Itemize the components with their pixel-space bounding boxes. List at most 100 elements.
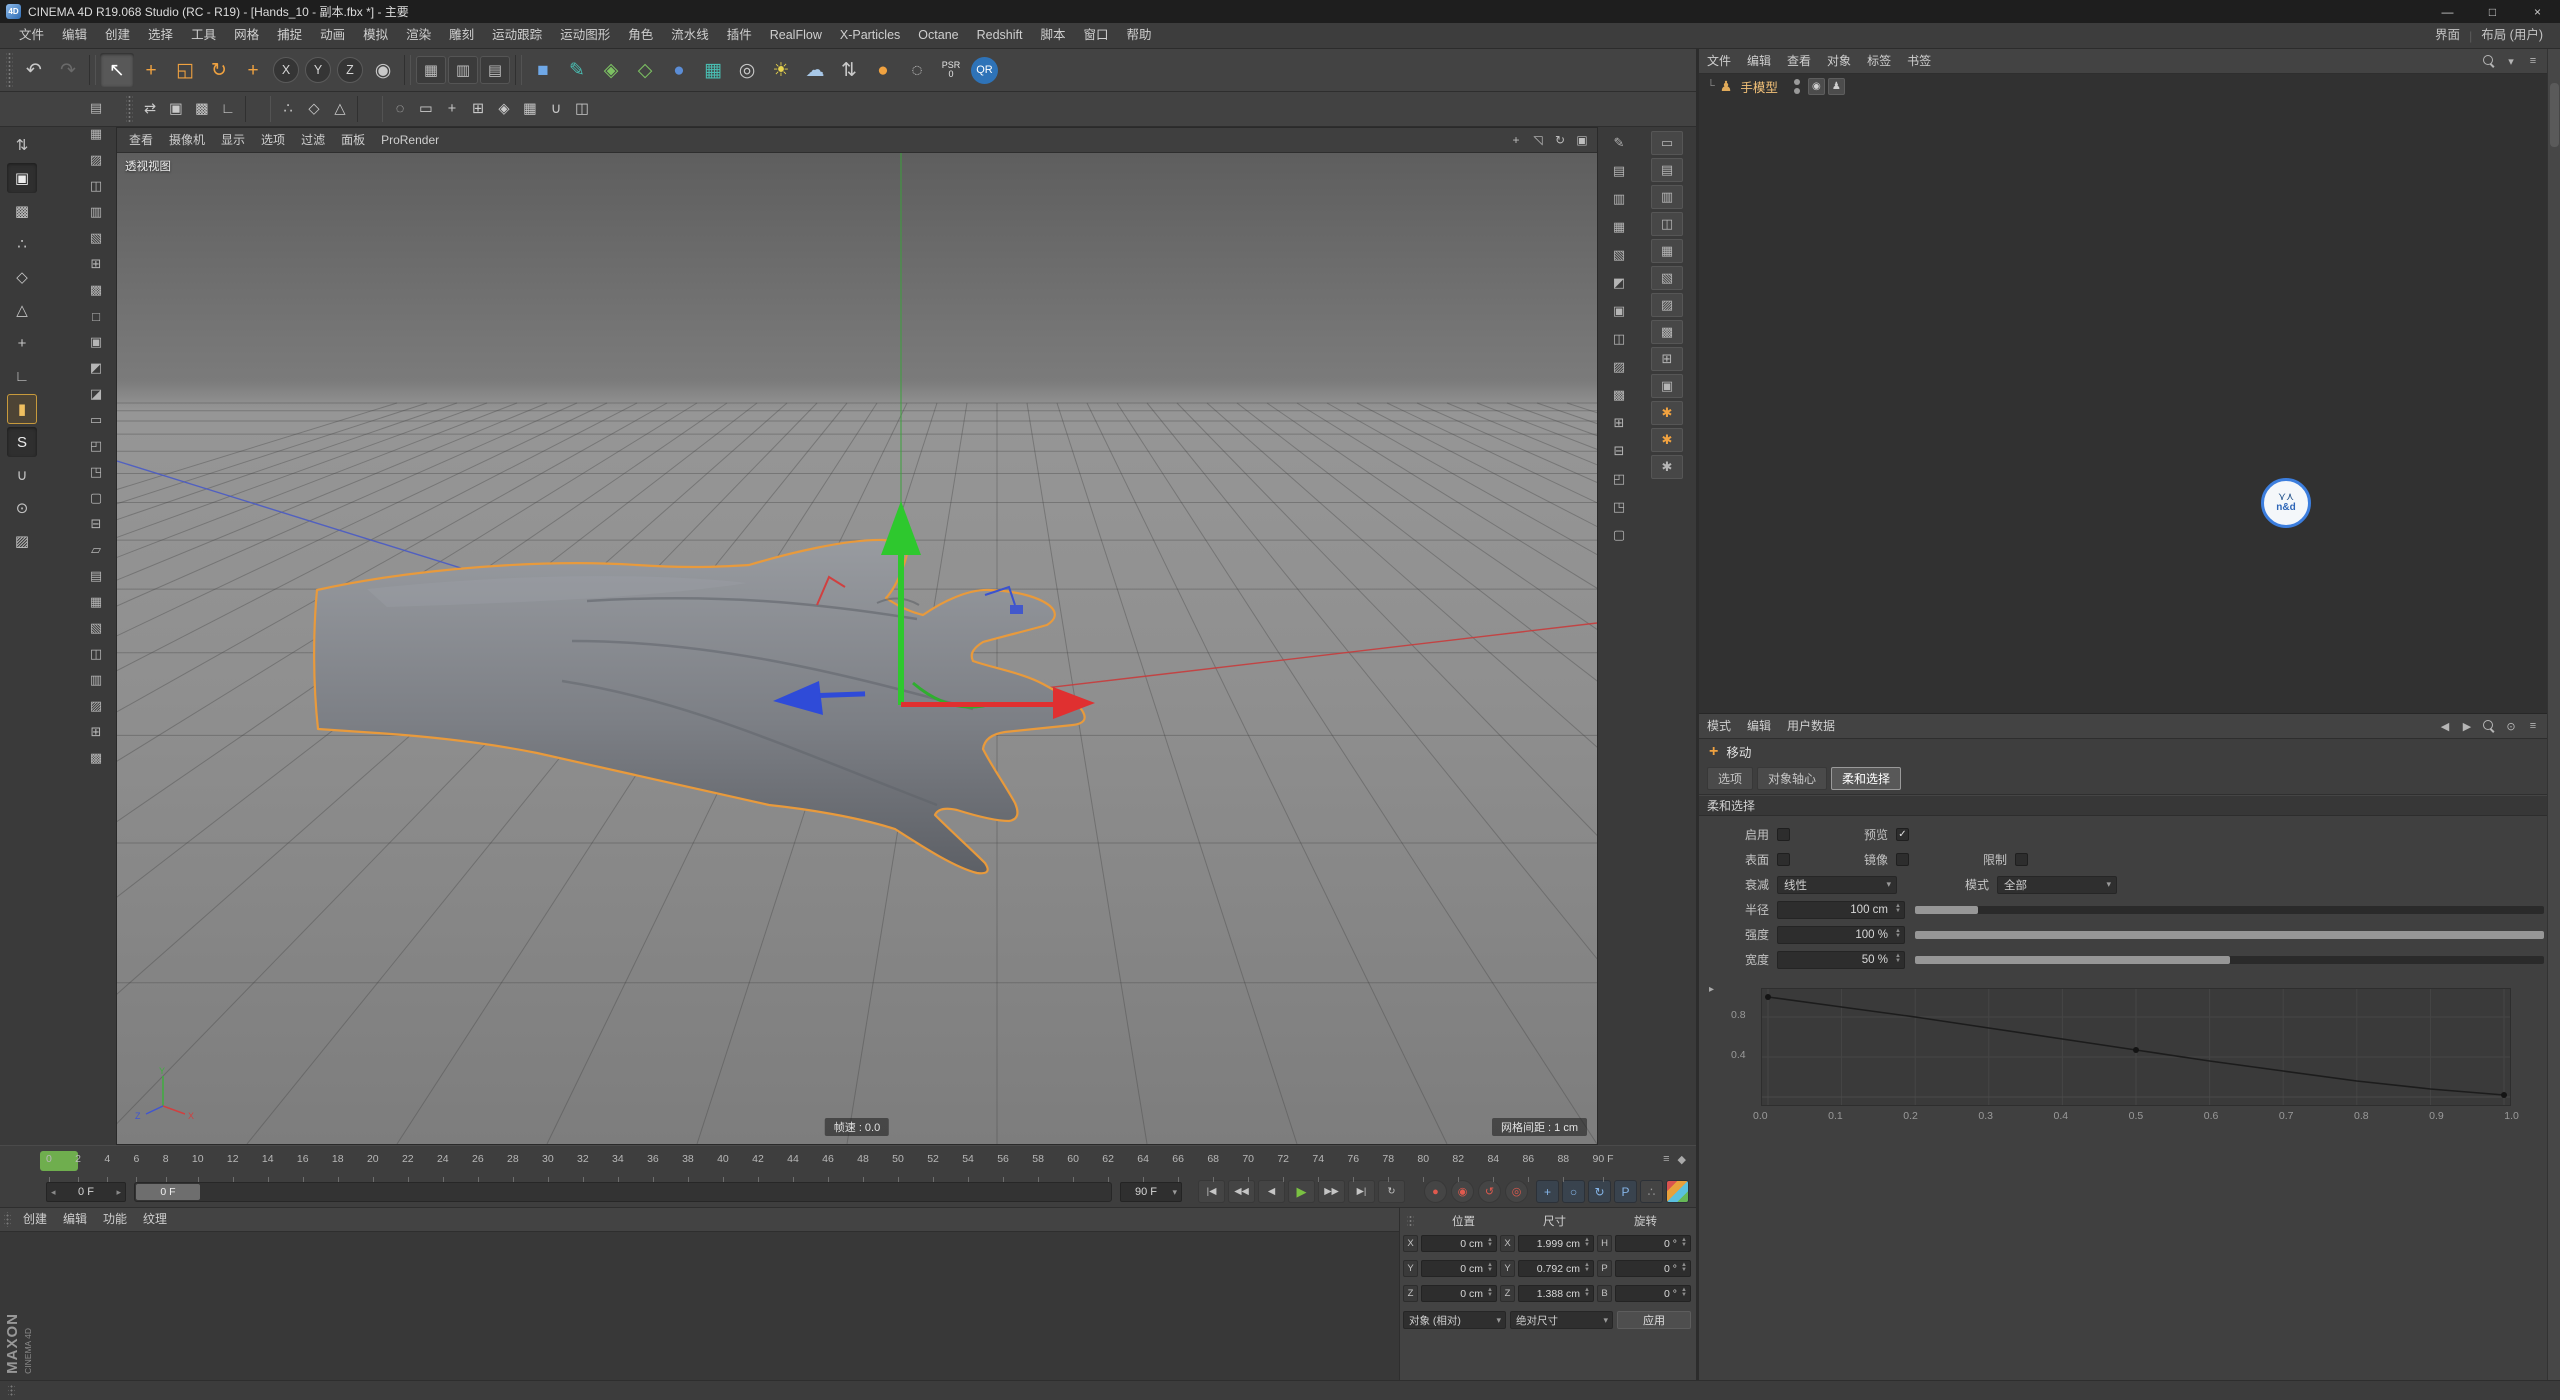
dock-box-icon[interactable]: ▣	[1606, 299, 1632, 323]
menubar-item[interactable]: 动画	[311, 23, 354, 48]
tab-soft-selection[interactable]: 柔和选择	[1831, 767, 1901, 790]
record-scale-toggle[interactable]: ○	[1562, 1180, 1585, 1203]
live-selection-tool[interactable]: ↖	[100, 53, 134, 87]
parameter-slider[interactable]	[1915, 956, 2544, 964]
snap-button[interactable]: ◈	[491, 96, 517, 122]
menubar-item[interactable]: 网格	[225, 23, 268, 48]
om-search-icon[interactable]	[2482, 54, 2496, 68]
modeling-palette-icon[interactable]: ▨	[83, 148, 109, 172]
x-axis-handle[interactable]	[901, 702, 1053, 707]
move-tool[interactable]: +	[134, 53, 168, 87]
mirror-button[interactable]: ◫	[569, 96, 595, 122]
dock-grid-icon[interactable]: ▦	[1606, 215, 1632, 239]
active-tool-icon[interactable]: ▮	[7, 394, 37, 424]
dock-pattern-icon[interactable]: ▧	[1606, 243, 1632, 267]
panel-preset-icon[interactable]: ▭	[1651, 131, 1683, 155]
viewport-menu-item[interactable]: 选项	[253, 128, 293, 153]
parameter-checkbox[interactable]	[1777, 828, 1790, 841]
modeling-palette-icon[interactable]: ▥	[83, 668, 109, 692]
object-manager-menu-item[interactable]: 文件	[1699, 49, 1739, 74]
modeling-palette-icon[interactable]: ⊟	[83, 512, 109, 536]
lock-z-button[interactable]: Z	[337, 57, 363, 83]
timeline-menu-icon[interactable]: ≡	[1663, 1153, 1669, 1166]
workplane-icon[interactable]: ∟	[7, 361, 37, 391]
normal-move-button[interactable]: ⊞	[465, 96, 491, 122]
falloff-curve[interactable]	[1761, 988, 2511, 1106]
y-axis-handle[interactable]	[898, 551, 904, 705]
object-manager-menu-item[interactable]: 书签	[1899, 49, 1939, 74]
make-editable-button[interactable]: ⇄	[137, 96, 163, 122]
modeling-palette-icon[interactable]: ◩	[83, 356, 109, 380]
material-manager-menu-item[interactable]: 纹理	[135, 1207, 175, 1232]
panel-preset-icon[interactable]: ⊞	[1651, 347, 1683, 371]
points-mode-button[interactable]: ∴	[275, 96, 301, 122]
parameter-value-field[interactable]: 100 %	[1777, 926, 1905, 944]
timeline-slider[interactable]: 0 F	[134, 1182, 1112, 1202]
right-edge-scrollbar[interactable]	[2547, 49, 2560, 1380]
goto-end-button[interactable]: ▶|	[1348, 1180, 1375, 1203]
menubar-item[interactable]: 运动跟踪	[483, 23, 551, 48]
menubar-item[interactable]: 流水线	[662, 23, 718, 48]
viewport-maximize-icon[interactable]: ▣	[1572, 130, 1592, 150]
modeling-palette-icon[interactable]: ▤	[83, 564, 109, 588]
interface-menu[interactable]: 界面	[2426, 23, 2469, 48]
dock-tile-icon[interactable]: ▩	[1606, 383, 1632, 407]
parameter-value-field[interactable]: 100 cm	[1777, 901, 1905, 919]
snap-toggle-icon[interactable]: S	[7, 427, 37, 457]
autokey-button[interactable]: ◉	[1451, 1180, 1474, 1203]
toolbar-drag-handle[interactable]	[126, 96, 133, 122]
menubar-item[interactable]: 创建	[96, 23, 139, 48]
make-editable-icon[interactable]: ⇅	[7, 130, 37, 160]
record-position-toggle[interactable]: +	[1536, 1180, 1559, 1203]
texture-mode-button[interactable]: ▩	[189, 96, 215, 122]
section-header[interactable]: 柔和选择	[1699, 795, 2560, 816]
menubar-item[interactable]: 工具	[182, 23, 225, 48]
lock-workplane-icon[interactable]: ⊙	[7, 493, 37, 523]
texture-mode-icon[interactable]: ▩	[7, 196, 37, 226]
visibility-dots[interactable]	[1794, 79, 1800, 94]
panel-preset-icon[interactable]: ▦	[1651, 239, 1683, 263]
qr-badge-button[interactable]: QR	[971, 57, 998, 84]
phong-tag-icon[interactable]: ◉	[1808, 78, 1825, 95]
live-selection-mode-button[interactable]: ◌	[387, 96, 413, 122]
position-value-field[interactable]: 0 cm	[1421, 1285, 1497, 1302]
scrollbar-thumb[interactable]	[2550, 83, 2559, 147]
rotation-value-field[interactable]: 0 °	[1615, 1260, 1691, 1277]
dock-quad-icon[interactable]: ◳	[1606, 495, 1632, 519]
menubar-item[interactable]: 窗口	[1074, 23, 1117, 48]
redo-icon[interactable]: ↷	[51, 53, 85, 87]
object-manager-menu-item[interactable]: 对象	[1819, 49, 1859, 74]
modeling-palette-icon[interactable]: ▢	[83, 486, 109, 510]
dock-minus-icon[interactable]: ⊟	[1606, 439, 1632, 463]
coordinate-system-button[interactable]: ◉	[366, 53, 400, 87]
menubar-item[interactable]: 编辑	[53, 23, 96, 48]
primitive-cube-menu[interactable]: ■	[526, 53, 560, 87]
current-frame-field[interactable]: 0 F	[46, 1182, 126, 1202]
edge-mode-icon[interactable]: ◇	[7, 262, 37, 292]
modeling-palette-icon[interactable]: ▣	[83, 330, 109, 354]
object-manager-menu-item[interactable]: 查看	[1779, 49, 1819, 74]
panel-preset-icon[interactable]: ◫	[1651, 212, 1683, 236]
xparticles-menu[interactable]: ◌	[900, 53, 934, 87]
play-button[interactable]: ▶	[1288, 1180, 1315, 1203]
layout-menu[interactable]: 布局 (用户)	[2472, 23, 2552, 48]
modeling-palette-icon[interactable]: ▩	[83, 746, 109, 770]
dock-display-icon[interactable]: ▥	[1606, 187, 1632, 211]
undo-icon[interactable]: ↶	[17, 53, 51, 87]
figure-object-icon[interactable]: ♟	[1720, 78, 1733, 95]
keyframe-selection-button[interactable]: ◎	[1505, 1180, 1528, 1203]
rotation-value-field[interactable]: 0 °	[1615, 1285, 1691, 1302]
dock-layers-icon[interactable]: ▤	[1606, 159, 1632, 183]
object-name[interactable]: 手模型	[1737, 77, 1781, 96]
modeling-palette-icon[interactable]: ◫	[83, 174, 109, 198]
om-filter-icon[interactable]: ▾	[2504, 54, 2518, 68]
dock-plus-icon[interactable]: ⊞	[1606, 411, 1632, 435]
menubar-item[interactable]: 帮助	[1118, 23, 1161, 48]
maximize-button[interactable]: □	[2470, 0, 2515, 23]
settings-gear-icon[interactable]: ✱	[1651, 428, 1683, 452]
attribute-manager-menu-item[interactable]: 模式	[1699, 714, 1739, 739]
edges-mode-button[interactable]: ◇	[301, 96, 327, 122]
enable-axis-button[interactable]: +	[439, 96, 465, 122]
viewport-menu-item[interactable]: 过滤	[293, 128, 333, 153]
am-back-icon[interactable]: ◀	[2438, 719, 2452, 733]
